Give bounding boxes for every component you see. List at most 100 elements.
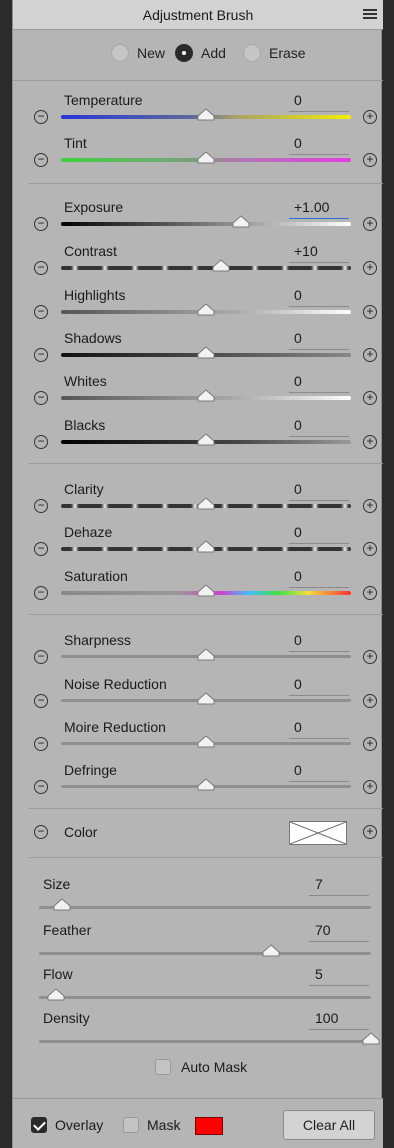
brush-slider-track[interactable] bbox=[39, 996, 371, 999]
increase-icon[interactable]: + bbox=[363, 435, 377, 449]
slider-label: Contrast bbox=[64, 243, 117, 259]
brush-label: Density bbox=[43, 1010, 90, 1026]
slider-thumb[interactable] bbox=[197, 648, 215, 661]
slider-label: Highlights bbox=[64, 287, 126, 303]
brush-slider-thumb[interactable] bbox=[53, 898, 71, 911]
decrease-icon[interactable]: − bbox=[34, 305, 48, 319]
decrease-icon[interactable]: − bbox=[34, 153, 48, 167]
brush-value-field[interactable]: 100 bbox=[309, 1010, 369, 1030]
brush-slider-track[interactable] bbox=[39, 1040, 371, 1043]
mode-new-radio[interactable]: New bbox=[111, 42, 165, 64]
decrease-icon[interactable]: − bbox=[34, 499, 48, 513]
decrease-icon[interactable]: − bbox=[34, 650, 48, 664]
slider-thumb[interactable] bbox=[197, 497, 215, 510]
decrease-icon[interactable]: − bbox=[34, 542, 48, 556]
decrease-icon[interactable]: − bbox=[34, 110, 48, 124]
color-minus-icon[interactable]: − bbox=[34, 825, 48, 839]
increase-icon[interactable]: + bbox=[363, 694, 377, 708]
decrease-icon[interactable]: − bbox=[34, 586, 48, 600]
increase-icon[interactable]: + bbox=[363, 305, 377, 319]
mode-add-radio[interactable]: Add bbox=[175, 42, 226, 64]
overlay-option[interactable]: Overlay bbox=[31, 1117, 103, 1133]
slider-value-field[interactable]: 0 bbox=[289, 92, 349, 112]
slider-track[interactable] bbox=[61, 222, 351, 226]
slider-thumb[interactable] bbox=[197, 692, 215, 705]
increase-icon[interactable]: + bbox=[363, 586, 377, 600]
increase-icon[interactable]: + bbox=[363, 153, 377, 167]
slider-value-field[interactable]: 0 bbox=[289, 762, 349, 782]
brush-slider-track[interactable] bbox=[39, 906, 371, 909]
slider-value-field[interactable]: 0 bbox=[289, 676, 349, 696]
increase-icon[interactable]: + bbox=[363, 217, 377, 231]
increase-icon[interactable]: + bbox=[363, 110, 377, 124]
slider-label: Clarity bbox=[64, 481, 104, 497]
slider-row-temperature: − Temperature 0 + bbox=[13, 92, 383, 132]
slider-value-field[interactable]: 0 bbox=[289, 719, 349, 739]
clear-all-button[interactable]: Clear All bbox=[283, 1110, 375, 1140]
decrease-icon[interactable]: − bbox=[34, 391, 48, 405]
auto-mask-checkbox[interactable] bbox=[155, 1059, 171, 1075]
slider-thumb[interactable] bbox=[197, 735, 215, 748]
slider-thumb[interactable] bbox=[197, 346, 215, 359]
slider-row-sharpness: − Sharpness 0 + bbox=[13, 632, 383, 672]
brush-mode-group: New Add Erase bbox=[13, 42, 383, 64]
slider-track[interactable] bbox=[61, 266, 351, 270]
slider-value-field[interactable]: 0 bbox=[289, 417, 349, 437]
slider-value-field[interactable]: 0 bbox=[289, 330, 349, 350]
decrease-icon[interactable]: − bbox=[34, 694, 48, 708]
overlay-checkbox[interactable] bbox=[31, 1117, 47, 1133]
slider-row-clarity: − Clarity 0 + bbox=[13, 481, 383, 521]
brush-value-field[interactable]: 5 bbox=[309, 966, 369, 986]
slider-thumb[interactable] bbox=[197, 303, 215, 316]
mask-checkbox[interactable] bbox=[123, 1117, 139, 1133]
decrease-icon[interactable]: − bbox=[34, 737, 48, 751]
panel-menu-icon[interactable] bbox=[363, 9, 377, 21]
increase-icon[interactable]: + bbox=[363, 261, 377, 275]
color-plus-icon[interactable]: + bbox=[363, 825, 377, 839]
brush-slider-thumb[interactable] bbox=[262, 944, 280, 957]
mask-option[interactable]: Mask bbox=[123, 1117, 180, 1133]
increase-icon[interactable]: + bbox=[363, 737, 377, 751]
decrease-icon[interactable]: − bbox=[34, 261, 48, 275]
mask-color-swatch[interactable] bbox=[195, 1117, 223, 1135]
slider-label: Shadows bbox=[64, 330, 122, 346]
slider-thumb[interactable] bbox=[197, 151, 215, 164]
slider-value-field[interactable]: 0 bbox=[289, 135, 349, 155]
slider-label: Exposure bbox=[64, 199, 124, 215]
slider-value-field[interactable]: 0 bbox=[289, 373, 349, 393]
slider-thumb[interactable] bbox=[197, 433, 215, 446]
slider-thumb[interactable] bbox=[232, 215, 250, 228]
brush-slider-thumb[interactable] bbox=[47, 988, 65, 1001]
slider-value-field[interactable]: +1.00 bbox=[289, 199, 349, 219]
increase-icon[interactable]: + bbox=[363, 780, 377, 794]
slider-thumb[interactable] bbox=[197, 389, 215, 402]
slider-value-field[interactable]: 0 bbox=[289, 481, 349, 501]
increase-icon[interactable]: + bbox=[363, 391, 377, 405]
slider-value-field[interactable]: 0 bbox=[289, 568, 349, 588]
increase-icon[interactable]: + bbox=[363, 348, 377, 362]
brush-slider-thumb[interactable] bbox=[362, 1032, 380, 1045]
increase-icon[interactable]: + bbox=[363, 650, 377, 664]
slider-value-field[interactable]: 0 bbox=[289, 524, 349, 544]
slider-thumb[interactable] bbox=[197, 540, 215, 553]
decrease-icon[interactable]: − bbox=[34, 780, 48, 794]
slider-value-field[interactable]: 0 bbox=[289, 287, 349, 307]
brush-slider-track[interactable] bbox=[39, 952, 371, 955]
increase-icon[interactable]: + bbox=[363, 499, 377, 513]
brush-value-field[interactable]: 70 bbox=[309, 922, 369, 942]
slider-thumb[interactable] bbox=[197, 584, 215, 597]
auto-mask-option[interactable]: Auto Mask bbox=[155, 1058, 247, 1076]
mode-erase-radio[interactable]: Erase bbox=[243, 42, 306, 64]
increase-icon[interactable]: + bbox=[363, 542, 377, 556]
slider-thumb[interactable] bbox=[197, 108, 215, 121]
slider-value-field[interactable]: 0 bbox=[289, 632, 349, 652]
decrease-icon[interactable]: − bbox=[34, 217, 48, 231]
slider-thumb[interactable] bbox=[212, 259, 230, 272]
decrease-icon[interactable]: − bbox=[34, 435, 48, 449]
decrease-icon[interactable]: − bbox=[34, 348, 48, 362]
slider-row-exposure: − Exposure +1.00 + bbox=[13, 199, 383, 239]
color-swatch[interactable] bbox=[289, 821, 347, 845]
brush-value-field[interactable]: 7 bbox=[309, 876, 369, 896]
slider-value-field[interactable]: +10 bbox=[289, 243, 349, 263]
slider-thumb[interactable] bbox=[197, 778, 215, 791]
